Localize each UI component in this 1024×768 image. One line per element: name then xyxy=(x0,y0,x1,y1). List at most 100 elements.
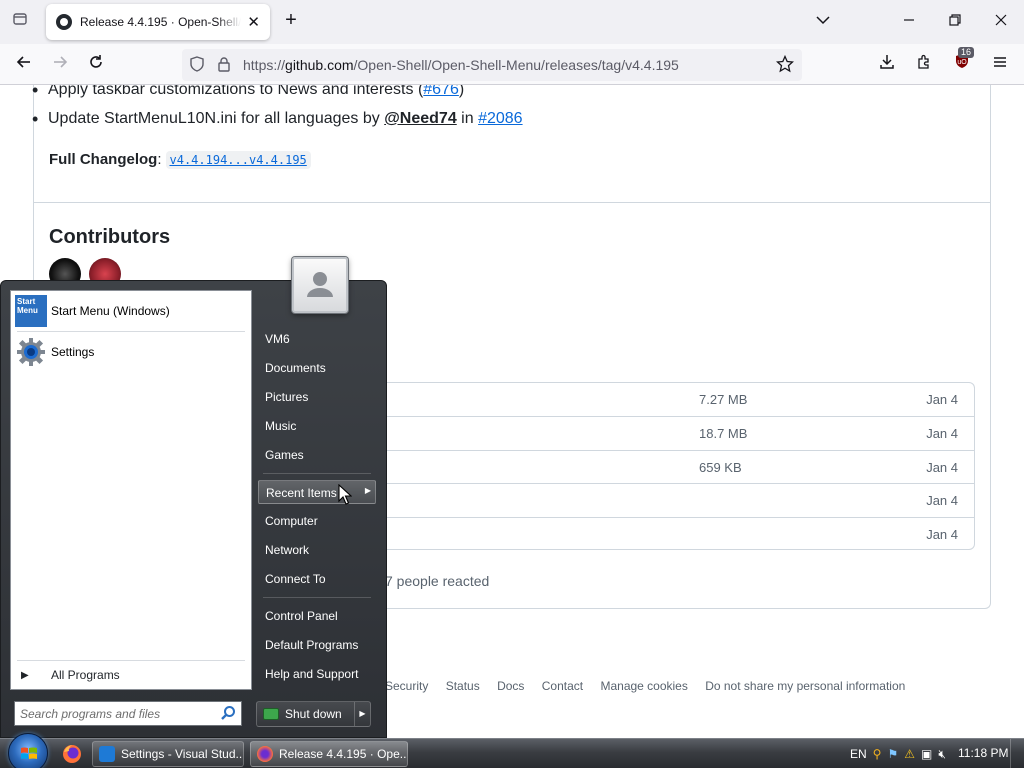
start-right-separator xyxy=(263,473,371,474)
asset-row[interactable]: 18.7 MB Jan 4 xyxy=(383,416,974,449)
start-link-network[interactable]: Network xyxy=(258,538,376,562)
submenu-arrow-icon: ▶ xyxy=(364,486,371,495)
recent-items-label: Recent Items xyxy=(266,486,337,500)
start-link-pictures[interactable]: Pictures xyxy=(258,385,376,409)
show-desktop-button[interactable] xyxy=(1010,739,1024,768)
pinned-item-start-menu[interactable]: Start Menu Start Menu (Windows) xyxy=(15,294,247,328)
address-bar[interactable]: https://github.com/Open-Shell/Open-Shell… xyxy=(182,49,802,81)
footer-link-manage-cookies[interactable]: Manage cookies xyxy=(600,679,687,693)
full-changelog: Full Changelog: v4.4.194...v4.4.195 xyxy=(49,151,311,169)
pull-request-link[interactable]: #2086 xyxy=(478,110,523,127)
start-link-documents[interactable]: Documents xyxy=(258,356,376,380)
all-programs-button[interactable]: ▶ All Programs xyxy=(15,663,247,687)
start-link-default-programs[interactable]: Default Programs xyxy=(258,633,376,657)
language-indicator[interactable]: EN xyxy=(850,747,867,761)
reactions-summary: 7 people reacted xyxy=(385,573,490,589)
url-scheme: https:// xyxy=(243,57,286,73)
asset-size: 18.7 MB xyxy=(699,426,748,441)
hamburger-menu-icon[interactable] xyxy=(987,52,1013,78)
extensions-icon[interactable] xyxy=(911,52,937,78)
shut-down-button[interactable]: Shut down ▶ xyxy=(256,701,371,727)
lock-icon[interactable] xyxy=(217,56,231,75)
tab-list-icon[interactable] xyxy=(8,10,32,34)
footer-link-docs[interactable]: Docs xyxy=(497,679,524,693)
footer-link-contact[interactable]: Contact xyxy=(542,679,583,693)
taskbar-button-label: Release 4.4.195 · Ope... xyxy=(279,747,408,761)
clock[interactable]: 11:18 PM xyxy=(958,746,1008,760)
start-link-recent-items[interactable]: Recent Items ▶ xyxy=(258,480,376,504)
release-note-item: Apply taskbar customizations to News and… xyxy=(32,85,465,101)
asset-row[interactable]: Jan 4 xyxy=(383,483,974,516)
asset-row[interactable]: 7.27 MB Jan 4 xyxy=(383,383,974,416)
restore-icon[interactable] xyxy=(944,10,966,32)
pinned-item-settings[interactable]: Settings xyxy=(15,335,247,369)
start-menu-programs-pane: Start Menu Start Menu (Windows) Settings… xyxy=(10,290,252,690)
bookmark-star-icon[interactable] xyxy=(775,54,795,78)
close-window-icon[interactable] xyxy=(990,10,1012,32)
reload-icon[interactable] xyxy=(83,52,109,78)
tab-close-icon[interactable]: ✕ xyxy=(247,13,260,31)
warning-icon[interactable]: ⚠ xyxy=(904,747,915,761)
windows-flag-icon xyxy=(21,747,37,759)
search-icon[interactable]: ⚲ xyxy=(873,747,882,761)
asset-row[interactable]: Jan 4 xyxy=(383,517,974,550)
issue-link[interactable]: #676 xyxy=(423,85,459,98)
asset-row[interactable]: 659 KB Jan 4 xyxy=(383,450,974,483)
user-picture[interactable] xyxy=(292,257,348,313)
shut-down-options-arrow[interactable]: ▶ xyxy=(354,702,370,726)
navigation-toolbar: https://github.com/Open-Shell/Open-Shell… xyxy=(0,44,1024,85)
tab-title: Release 4.4.195 · Open-Shell/Open-Shell-… xyxy=(80,15,242,29)
start-link-computer[interactable]: Computer xyxy=(258,509,376,533)
shut-down-label: Shut down xyxy=(285,707,342,721)
all-programs-separator xyxy=(17,660,245,661)
minimize-icon[interactable] xyxy=(898,10,920,32)
asset-date: Jan 4 xyxy=(926,527,958,542)
shield-icon[interactable] xyxy=(189,56,205,75)
changelog-colon: : xyxy=(157,151,162,168)
mouse-cursor-icon xyxy=(338,483,353,509)
back-arrow-icon[interactable] xyxy=(11,52,37,78)
asset-date: Jan 4 xyxy=(926,392,958,407)
footer-link-security[interactable]: Security xyxy=(385,679,428,693)
start-link-control-panel[interactable]: Control Panel xyxy=(258,604,376,628)
release-note-text: Update StartMenuL10N.ini for all languag… xyxy=(48,110,385,127)
network-icon[interactable]: ▣ xyxy=(921,747,932,761)
forward-arrow-icon[interactable] xyxy=(47,52,73,78)
tab-bar: Release 4.4.195 · Open-Shell/Open-Shell-… xyxy=(0,0,1024,44)
start-link-games[interactable]: Games xyxy=(258,443,376,467)
flag-icon[interactable]: ⚑ xyxy=(887,747,898,761)
gear-icon xyxy=(15,336,47,368)
volume-muted-icon[interactable]: 🔇︎ xyxy=(938,747,946,762)
url-text[interactable]: https://github.com/Open-Shell/Open-Shell… xyxy=(243,57,679,73)
list-all-tabs-icon[interactable] xyxy=(816,12,830,28)
downloads-icon[interactable] xyxy=(874,52,900,78)
triangle-right-icon: ▶ xyxy=(21,669,29,681)
taskbar-button-firefox[interactable]: Release 4.4.195 · Ope... xyxy=(250,741,408,767)
contributors-heading: Contributors xyxy=(49,226,171,248)
pinned-item-label: Settings xyxy=(51,345,95,359)
taskbar: Settings - Visual Stud... Release 4.4.19… xyxy=(0,733,1024,768)
search-input[interactable] xyxy=(20,705,215,722)
start-button[interactable] xyxy=(8,733,48,768)
start-link-vm6[interactable]: VM6 xyxy=(258,327,376,351)
start-menu: Start Menu Start Menu (Windows) Settings… xyxy=(0,257,387,738)
start-link-music[interactable]: Music xyxy=(258,414,376,438)
firefox-pinned-icon[interactable] xyxy=(60,742,86,766)
start-search-box[interactable] xyxy=(14,701,242,726)
changelog-compare-link[interactable]: v4.4.194...v4.4.195 xyxy=(165,151,311,169)
taskbar-button-label: Settings - Visual Stud... xyxy=(121,747,244,761)
release-note-text: ) xyxy=(458,85,465,98)
new-tab-button[interactable]: + xyxy=(280,10,302,32)
start-link-connect-to[interactable]: Connect To xyxy=(258,567,376,591)
user-mention-link[interactable]: @Need74 xyxy=(384,110,457,127)
footer-link-status[interactable]: Status xyxy=(446,679,480,693)
asset-size: 7.27 MB xyxy=(699,392,748,407)
search-icon[interactable] xyxy=(220,705,237,722)
url-path: /Open-Shell/Open-Shell-Menu/releases/tag… xyxy=(353,57,679,73)
start-link-help-and-support[interactable]: Help and Support xyxy=(258,662,376,686)
active-tab[interactable]: Release 4.4.195 · Open-Shell/Open-Shell-… xyxy=(46,4,270,40)
footer-link-do-not-share[interactable]: Do not share my personal information xyxy=(705,679,905,693)
github-icon xyxy=(56,14,72,30)
taskbar-button-vscode[interactable]: Settings - Visual Stud... xyxy=(92,741,244,767)
system-tray: EN ⚲ ⚑ ⚠ ▣ 🔇︎ xyxy=(850,739,946,768)
